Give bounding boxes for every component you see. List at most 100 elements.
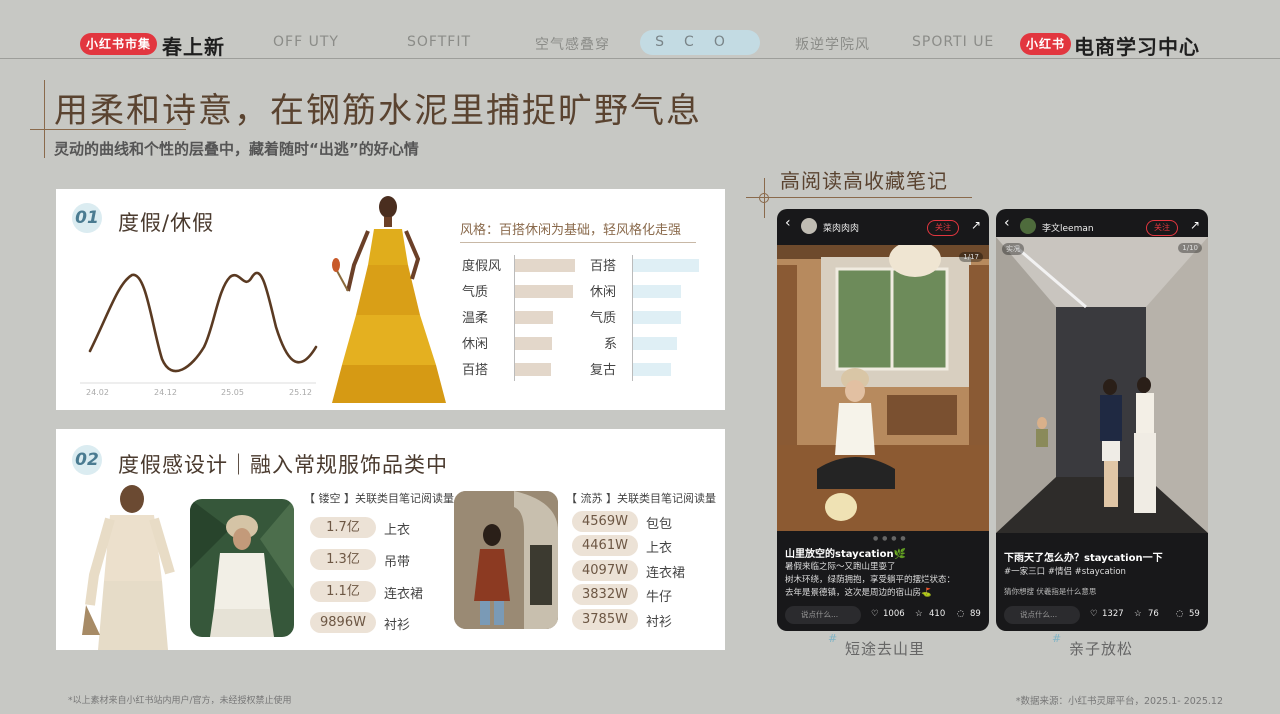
- xiaohongshu-badge: 小红书: [1020, 33, 1072, 55]
- read-count-pill: 4097W: [572, 560, 638, 581]
- star-count: 76: [1148, 609, 1159, 619]
- keyword-label: 气质: [590, 311, 617, 326]
- notes-decor-circle: [759, 193, 769, 203]
- read-count-pill: 3785W: [572, 609, 638, 630]
- page-subtitle: 灵动的曲线和个性的层叠中，藏着随时“出逃”的好心情: [54, 140, 419, 158]
- post-hashtags[interactable]: #一家三口 #情侣 #staycation: [1004, 566, 1204, 579]
- header-bar: 小红书市集 春上新 OFF UTY SOFTFIT 空气感叠穿 SCO 叛逆学院…: [0, 0, 1280, 60]
- category-label: 上衣: [646, 541, 673, 556]
- share-icon[interactable]: ↗: [1190, 218, 1200, 232]
- note-caption: 短途去山里: [845, 640, 926, 658]
- post-title: 下雨天了怎么办？staycation一下: [1004, 553, 1163, 564]
- search-suggestion[interactable]: 猜你想搜 伏羲指是什么意思: [1004, 585, 1204, 598]
- keyword-bar: [515, 285, 573, 298]
- comment-input[interactable]: 说点什么...: [1004, 606, 1080, 624]
- keyword-label: 温柔: [462, 311, 489, 326]
- tick-label: 24.12: [154, 388, 177, 397]
- share-icon[interactable]: ↗: [971, 218, 981, 232]
- avatar[interactable]: [801, 218, 817, 234]
- tab-softfit[interactable]: SOFTFIT: [407, 34, 471, 50]
- card-vacation-design: 02 度假感设计｜融入常规服饰品类中 【 镂空 】关联类目笔记阅读量 1.7亿上…: [56, 429, 725, 650]
- keyword-label: 百搭: [462, 363, 489, 378]
- star-icon[interactable]: ☆: [1134, 609, 1142, 619]
- title-decor-vertical: [44, 80, 45, 158]
- family-corridor-photo: [996, 237, 1208, 533]
- comment-icon[interactable]: ◌: [957, 609, 964, 619]
- card-vacation: 01 度假/休假 24.02 24.12 25.05 25.12 风格：百搭休闲…: [56, 189, 725, 410]
- read-count-pill: 3832W: [572, 584, 638, 605]
- card-title: 度假/休假: [118, 211, 215, 235]
- keyword-bar: [633, 337, 677, 350]
- tab-sporti-ue[interactable]: SPORTI UE: [912, 34, 994, 50]
- comment-count: 89: [970, 609, 981, 619]
- model-knit-cardigan-image: [82, 485, 175, 650]
- mountain-room-photo: [777, 245, 989, 531]
- comment-count: 59: [1189, 609, 1200, 619]
- back-arrow-icon[interactable]: ‹: [1004, 215, 1010, 231]
- comment-icon[interactable]: ◌: [1176, 609, 1183, 619]
- keyword-bar: [633, 311, 681, 324]
- keyword-bar: [515, 311, 553, 324]
- tassel-read-heading: 【 流苏 】关联类目笔记阅读量: [566, 492, 716, 505]
- live-photo-tag: 实况: [1002, 243, 1024, 255]
- comment-input[interactable]: 说点什么...: [785, 606, 861, 624]
- caption-hash-icon: #: [828, 632, 838, 645]
- read-count-pill: 9896W: [310, 612, 376, 633]
- follow-button[interactable]: 关注: [1146, 220, 1178, 236]
- note-card-mountain[interactable]: ‹ 菜肉肉肉 关注 ↗ 1/17 ● ● ● ● 山里放空的staycation…: [777, 209, 989, 631]
- page-title: 用柔和诗意，在钢筋水泥里捕捉旷野气息: [54, 91, 702, 131]
- card-title: 度假感设计｜融入常规服饰品类中: [118, 453, 448, 477]
- post-body: 暑假来临之际～又跑山里耍了 树木环绕，绿荫拥抱，享受躺平的摆烂状态： 去年是景德…: [785, 562, 956, 598]
- star-icon[interactable]: ☆: [915, 609, 923, 619]
- header-divider: [0, 58, 1280, 59]
- avatar[interactable]: [1020, 218, 1036, 234]
- back-arrow-icon[interactable]: ‹: [785, 215, 791, 231]
- section-number: 02: [72, 445, 102, 475]
- category-label: 牛仔: [646, 590, 673, 605]
- carousel-dots: ● ● ● ●: [873, 535, 907, 542]
- footer-disclaimer: *以上素材来自小红书站内用户/官方，未经授权禁止使用: [68, 696, 292, 706]
- star-count: 410: [929, 609, 946, 619]
- author-name[interactable]: 菜肉肉肉: [823, 221, 859, 234]
- keyword-label: 度假风: [462, 259, 502, 274]
- header-left-title: 春上新: [162, 35, 225, 59]
- trend-line-chart: [80, 271, 318, 384]
- category-label: 连衣裙: [646, 566, 686, 581]
- tab-off-duty[interactable]: OFF UTY: [273, 34, 339, 50]
- author-name[interactable]: 李文leeman: [1042, 221, 1094, 234]
- like-icon[interactable]: ♡: [1090, 609, 1098, 619]
- note-header: ‹ 李文leeman 关注 ↗: [996, 209, 1208, 237]
- caption-hash-icon: #: [1052, 632, 1062, 645]
- category-label: 衬衫: [646, 615, 673, 630]
- tab-layering[interactable]: 空气感叠穿: [535, 34, 610, 54]
- footer-source: *数据来源：小红书灵犀平台，2025.1- 2025.12: [1015, 696, 1223, 707]
- category-label: 吊带: [384, 555, 411, 570]
- note-card-family[interactable]: ‹ 李文leeman 关注 ↗ 1/10 实况 下雨天了怎么办？staycati…: [996, 209, 1208, 631]
- read-count-pill: 1.1亿: [310, 581, 376, 602]
- note-action-bar: 说点什么... ♡ 1327 ☆ 76 ◌ 59: [996, 604, 1208, 631]
- category-label: 衬衫: [384, 618, 411, 633]
- keyword-bar: [633, 363, 671, 376]
- read-count-pill: 1.7亿: [310, 517, 376, 538]
- keyword-label: 休闲: [462, 337, 489, 352]
- keyword-bar: [515, 363, 551, 376]
- keyword-label: 气质: [462, 285, 489, 300]
- notes-section-title: 高阅读高收藏笔记: [780, 169, 948, 193]
- header-right-title: 电商学习中心: [1074, 35, 1200, 59]
- tab-academy[interactable]: 叛逆学院风: [795, 34, 870, 54]
- tab-sco-active[interactable]: SCO: [640, 30, 760, 55]
- category-label: 上衣: [384, 523, 411, 538]
- style-note: 风格：百搭休闲为基础，轻风格化走强: [460, 219, 696, 243]
- keyword-label: 休闲: [590, 285, 617, 300]
- tick-label: 24.02: [86, 388, 109, 397]
- post-title: 山里放空的staycation🌿: [785, 549, 907, 560]
- notes-decor-horizontal: [746, 197, 972, 198]
- read-count-pill: 4461W: [572, 535, 638, 556]
- like-icon[interactable]: ♡: [871, 609, 879, 619]
- section-number: 01: [72, 203, 102, 233]
- follow-button[interactable]: 关注: [927, 220, 959, 236]
- keyword-bar: [633, 259, 699, 272]
- xiaohongshu-market-badge: 小红书市集: [80, 33, 158, 55]
- crochet-vest-photo: [190, 499, 294, 637]
- category-label: 包包: [646, 517, 673, 532]
